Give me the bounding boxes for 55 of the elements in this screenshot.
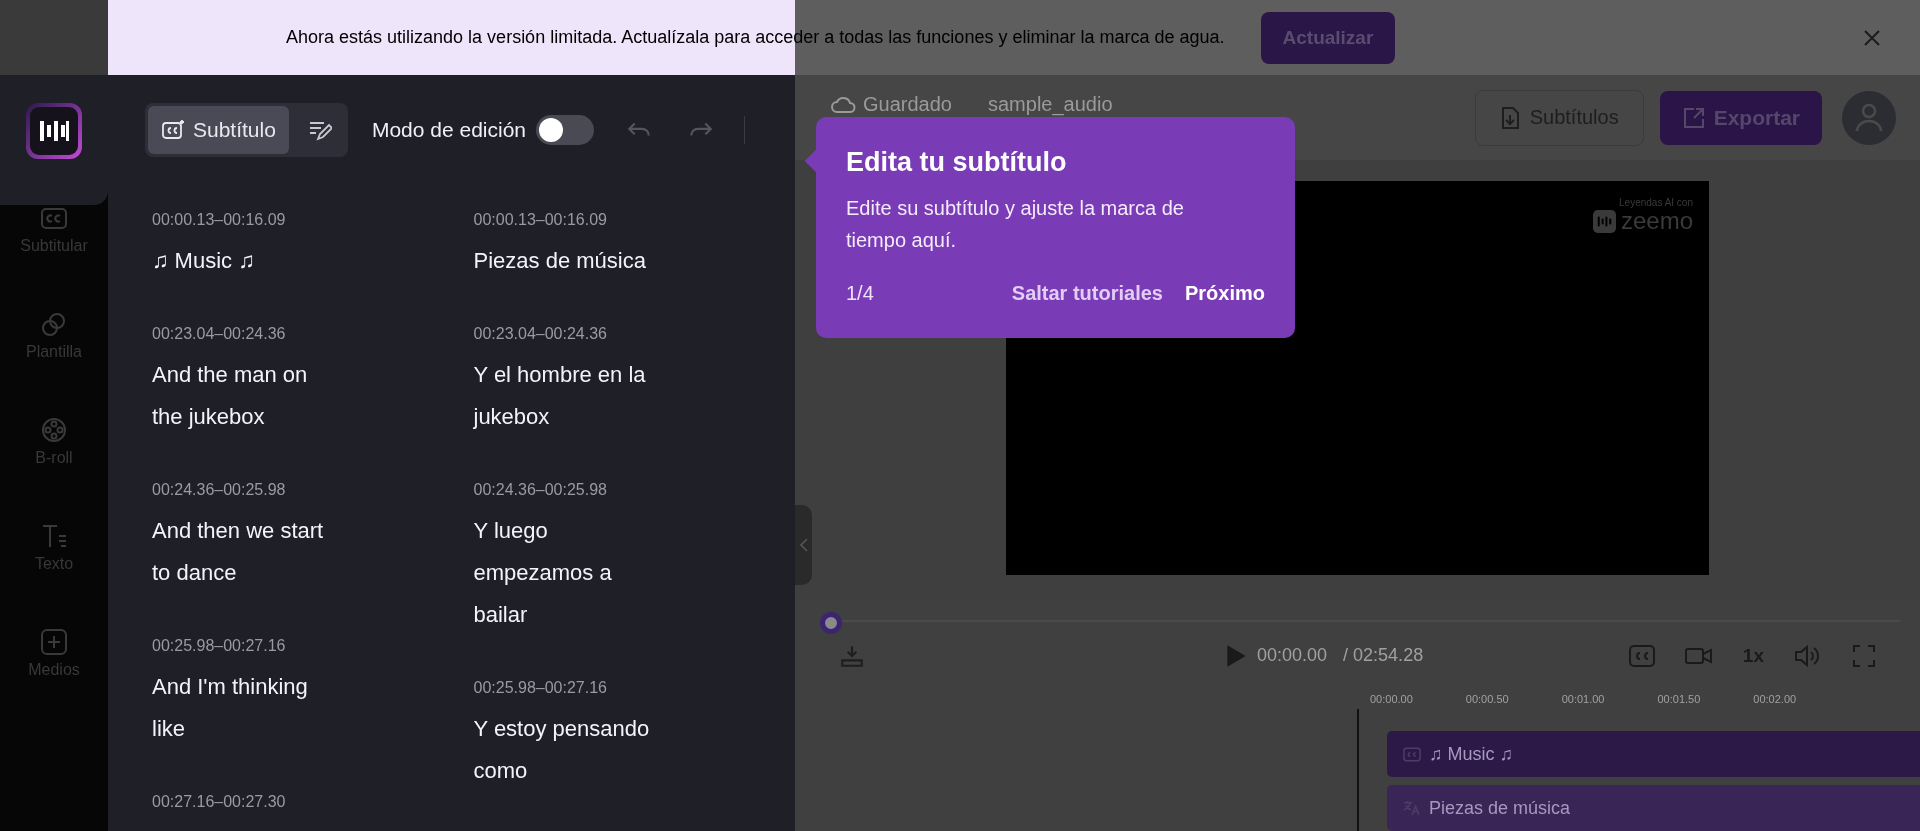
timestamp: 00:25.98–00:27.16 — [473, 678, 607, 698]
translation-text[interactable]: Y estoy pensando como — [473, 708, 659, 792]
edit-mode-toggle[interactable] — [536, 115, 594, 145]
ruler-tick: 00:02.00 — [1753, 693, 1797, 705]
close-icon[interactable] — [1862, 27, 1882, 48]
captions-icon — [161, 118, 185, 142]
edit-mode-label: Modo de edición — [371, 118, 526, 142]
play-icon[interactable] — [1225, 642, 1247, 669]
subtitle-text[interactable]: And the man on the jukebox — [152, 354, 337, 438]
skip-button[interactable]: Saltar tutoriales — [1011, 282, 1163, 305]
ruler-tick: 00:01.00 — [1561, 693, 1605, 705]
timestamp: 00:23.04–00:24.36 — [152, 324, 286, 344]
ruler-tick: 00:00.50 — [1465, 693, 1509, 705]
fullscreen-icon[interactable] — [1852, 643, 1876, 668]
project-name[interactable]: sample_audio — [987, 93, 1113, 116]
progress-thumb[interactable] — [820, 612, 842, 634]
timestamp: 00:24.36–00:25.98 — [473, 480, 607, 500]
chevron-left-icon — [799, 538, 808, 552]
captions-icon[interactable] — [1628, 644, 1655, 667]
timestamp: 00:27.16–00:27.30 — [152, 792, 286, 812]
timestamp: 00:23.04–00:24.36 — [473, 324, 607, 344]
tooltip-title: Edita tu subtítulo — [846, 147, 1068, 178]
subtitle-text[interactable]: ♫ Music ♫ — [152, 240, 337, 282]
ruler-tick: 00:01.50 — [1657, 693, 1701, 705]
saved-status: Guardado — [863, 93, 952, 116]
avatar-icon[interactable] — [1842, 90, 1896, 145]
app-logo-icon[interactable] — [26, 103, 82, 159]
timestamp: 00:00.13–00:16.09 — [473, 210, 607, 230]
subtitle-text[interactable]: And I'm thinking like — [152, 666, 337, 750]
subtitle-clip[interactable]: ♫ Music ♫ — [1387, 731, 1920, 777]
next-button[interactable]: Próximo — [1184, 282, 1265, 305]
translation-text[interactable]: Y el hombre en la jukebox — [473, 354, 659, 438]
film-reel-icon — [39, 415, 69, 445]
translate-icon — [1403, 800, 1421, 816]
total-duration: / 02:54.28 — [1343, 645, 1424, 667]
timestamp: 00:24.36–00:25.98 — [152, 480, 286, 500]
translation-text[interactable]: Y luego empezamos a bailar — [473, 510, 659, 636]
subtitle-tab[interactable]: Subtítulo — [148, 106, 289, 154]
add-media-icon — [39, 627, 69, 657]
volume-icon[interactable] — [1794, 643, 1822, 668]
ruler-tick: 00:00.00 — [1370, 693, 1413, 705]
timestamp: 00:00.13–00:16.09 — [152, 210, 286, 230]
brand-logo-icon — [1592, 209, 1616, 233]
tooltip-text: Edite su subtítulo y ajuste la marca de tiempo aquí. — [846, 196, 1185, 253]
share-icon — [1681, 105, 1706, 130]
current-time: 00:00.00 — [1257, 645, 1328, 667]
watermark-brand: zeemo — [1620, 208, 1693, 234]
subtitle-text[interactable]: And then we start to dance — [152, 510, 337, 594]
file-download-icon — [1499, 105, 1520, 130]
timestamp: 00:25.98–00:27.16 — [152, 636, 286, 656]
translation-text[interactable]: Piezas de música — [473, 240, 659, 282]
captions-icon — [1403, 746, 1421, 762]
collapse-handle[interactable] — [795, 505, 812, 585]
translation-clip[interactable]: Piezas de música — [1387, 785, 1920, 831]
step-counter: 1/4 — [846, 282, 874, 305]
